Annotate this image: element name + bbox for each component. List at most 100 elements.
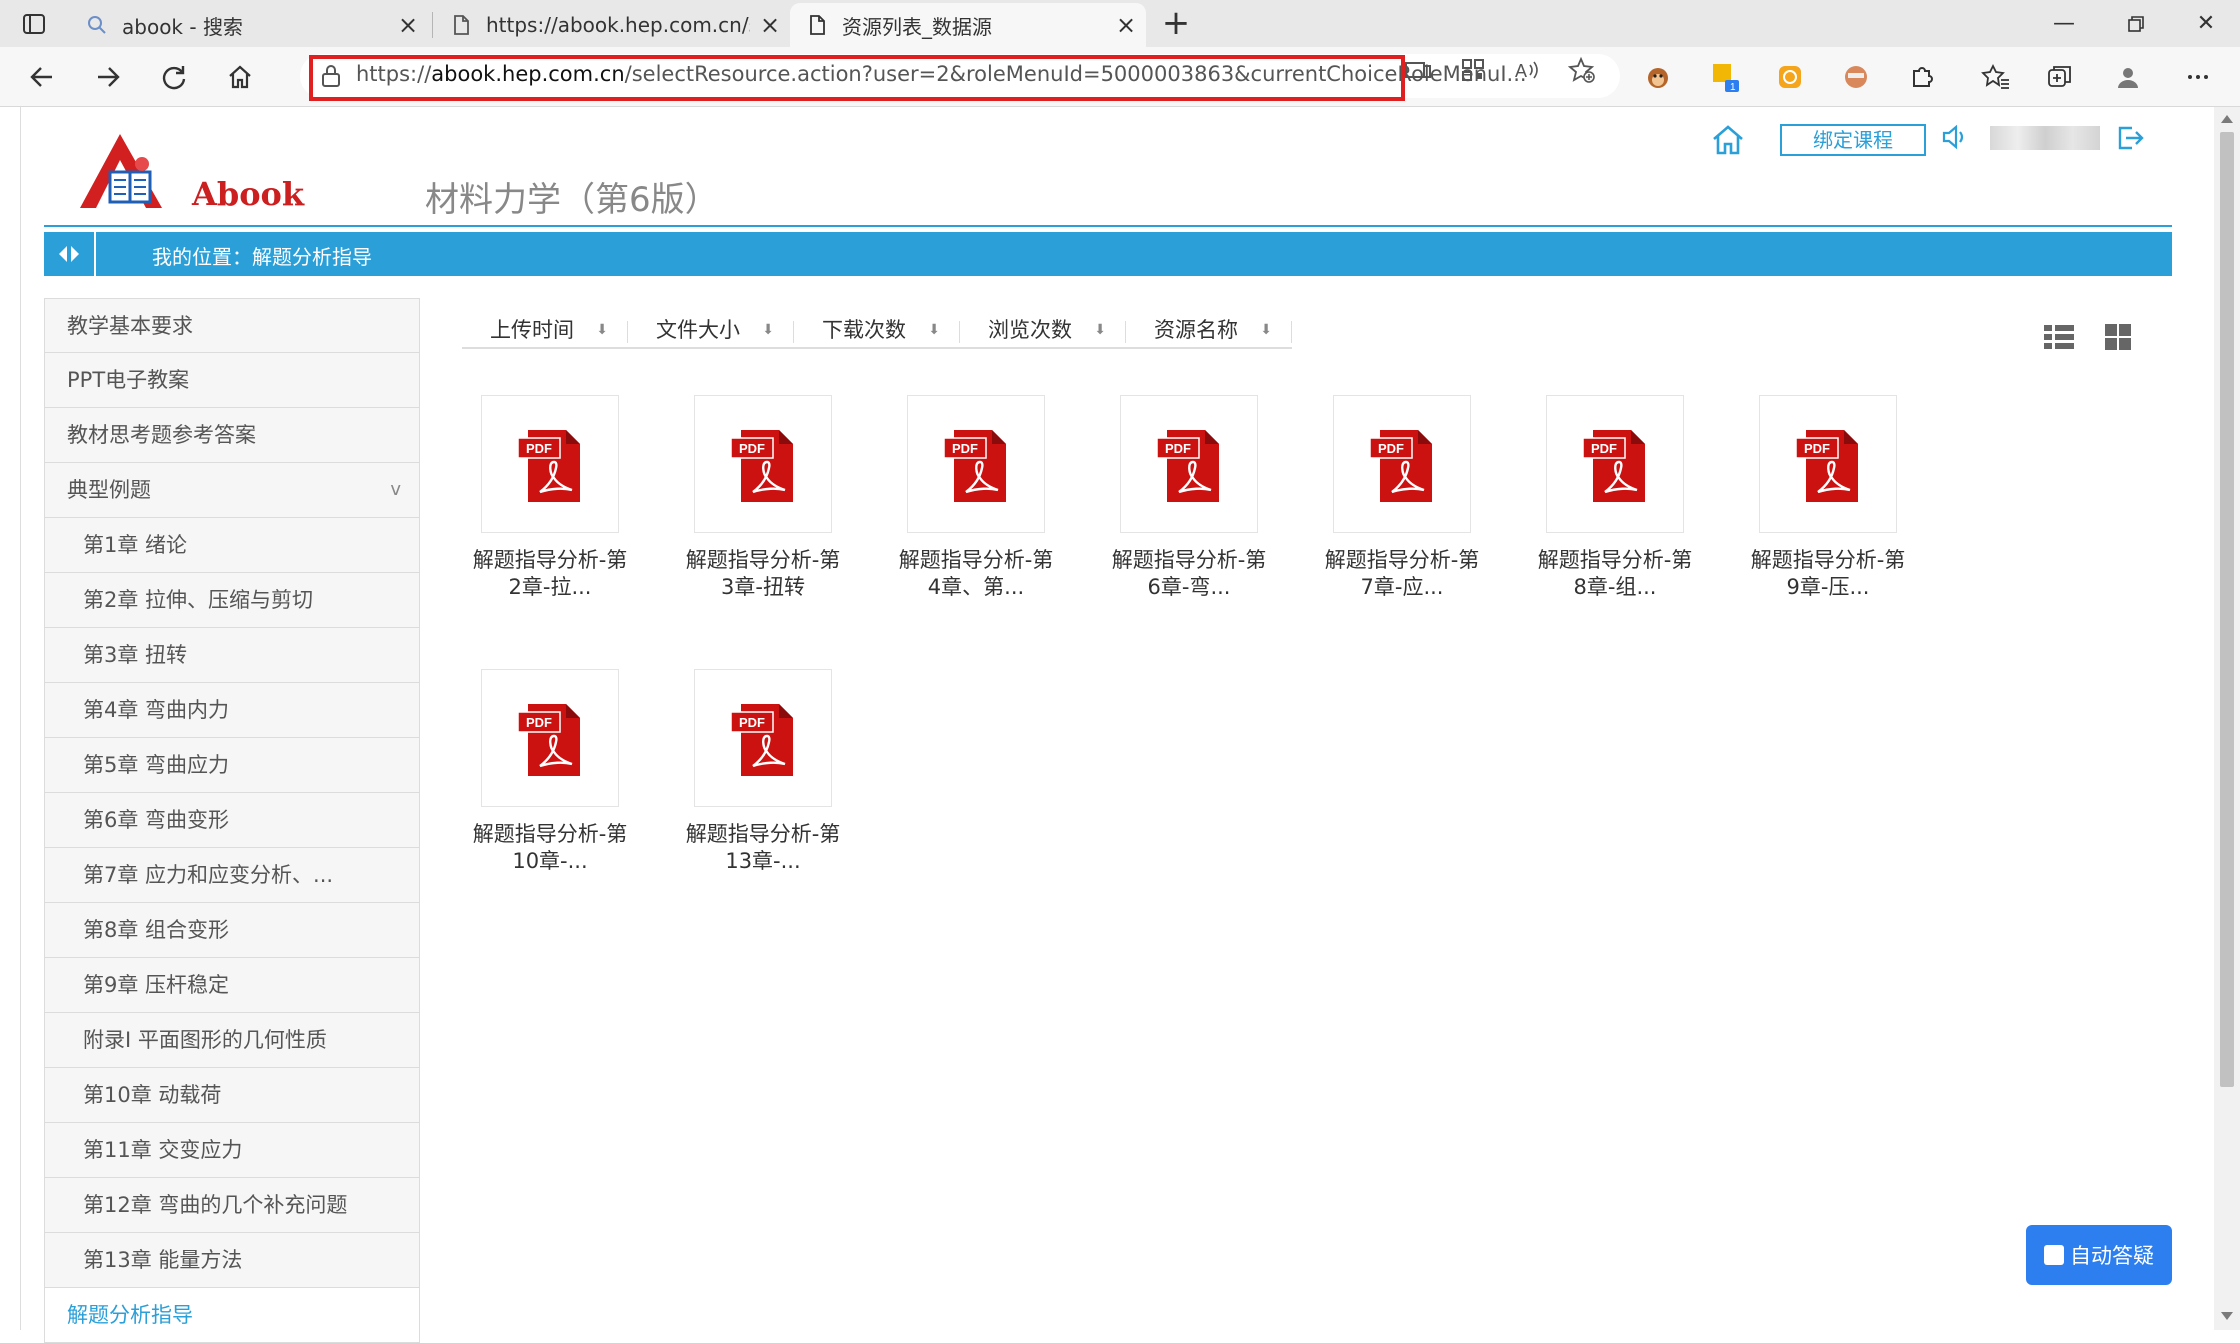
pdf-thumbnail[interactable]: PDF — [481, 669, 619, 807]
resource-title[interactable]: 解题指导分析-第 8章-组... — [1530, 547, 1700, 601]
profile-button[interactable] — [2108, 57, 2148, 97]
sort-by-downloads[interactable]: 下载次数 ⬇ — [794, 313, 960, 347]
resource-item[interactable]: PDF 解题指导分析-第 2章-拉... — [465, 395, 635, 601]
resource-title[interactable]: 解题指导分析-第 9章-压... — [1743, 547, 1913, 601]
sidebar-subitem[interactable]: 附录Ⅰ 平面图形的几何性质 — [44, 1013, 420, 1068]
chevron-down-icon[interactable]: v — [390, 463, 401, 517]
tab-select-resource[interactable]: https://abook.hep.com.cn/selectR × — [434, 3, 790, 47]
collections-button[interactable] — [2040, 57, 2080, 97]
resource-title[interactable]: 解题指导分析-第 6章-弯... — [1104, 547, 1274, 601]
home-icon[interactable] — [1710, 122, 1746, 158]
sidebar-item[interactable]: 教材思考题参考答案 — [44, 408, 420, 463]
sidebar-item-expandable[interactable]: 典型例题 v — [44, 463, 420, 518]
page-scrollbar[interactable] — [2214, 107, 2240, 1330]
back-button[interactable] — [22, 57, 62, 97]
pdf-thumbnail[interactable]: PDF — [694, 669, 832, 807]
resource-title-line: 解题指导分析-第 — [685, 548, 841, 572]
pdf-thumbnail[interactable]: PDF — [694, 395, 832, 533]
resource-item[interactable]: PDF 解题指导分析-第 4章、第... — [891, 395, 1061, 601]
sidebar-toggle-button[interactable] — [44, 232, 96, 276]
sidebar-item-active[interactable]: 解题分析指导 — [44, 1288, 420, 1343]
scroll-up-arrow-icon[interactable] — [2221, 115, 2233, 123]
close-icon[interactable]: × — [388, 11, 428, 39]
new-tab-button[interactable]: + — [1158, 6, 1194, 42]
logout-icon[interactable] — [2114, 122, 2146, 154]
resource-item[interactable]: PDF 解题指导分析-第 7章-应... — [1317, 395, 1487, 601]
extensions-button[interactable] — [1902, 57, 1942, 97]
user-name-blurred[interactable] — [1990, 126, 2100, 150]
extension-face[interactable] — [1836, 57, 1876, 97]
app-available-icon[interactable] — [1403, 55, 1433, 85]
pdf-thumbnail[interactable]: PDF — [907, 395, 1045, 533]
sidebar-subitem[interactable]: 第7章 应力和应变分析、... — [44, 848, 420, 903]
resource-title[interactable]: 解题指导分析-第 7章-应... — [1317, 547, 1487, 601]
pdf-thumbnail[interactable]: PDF — [1333, 395, 1471, 533]
sort-by-file-size[interactable]: 文件大小 ⬇ — [628, 313, 794, 347]
resource-title[interactable]: 解题指导分析-第 4章、第... — [891, 547, 1061, 601]
resource-item[interactable]: PDF 解题指导分析-第 8章-组... — [1530, 395, 1700, 601]
extension-orange[interactable] — [1770, 57, 1810, 97]
home-button[interactable] — [220, 57, 260, 97]
list-view-icon[interactable] — [2042, 322, 2076, 352]
resource-title[interactable]: 解题指导分析-第 2章-拉... — [465, 547, 635, 601]
sidebar-subitem[interactable]: 第8章 组合变形 — [44, 903, 420, 958]
tab-search[interactable]: abook - 搜索 × — [70, 3, 428, 47]
grid-view-icon[interactable] — [2103, 322, 2133, 352]
read-aloud-icon[interactable]: A — [1512, 55, 1542, 85]
restore-button[interactable] — [2102, 0, 2170, 47]
page-icon — [454, 15, 469, 35]
refresh-button[interactable] — [154, 57, 194, 97]
sidebar-subitem[interactable]: 第2章 拉伸、压缩与剪切 — [44, 573, 420, 628]
settings-more-button[interactable] — [2178, 57, 2218, 97]
sidebar-subitem[interactable]: 第5章 弯曲应力 — [44, 738, 420, 793]
minimize-button[interactable]: — — [2030, 0, 2098, 47]
resource-item[interactable]: PDF 解题指导分析-第 6章-弯... — [1104, 395, 1274, 601]
sort-by-name[interactable]: 资源名称 ⬇ — [1126, 313, 1292, 347]
resource-item[interactable]: PDF 解题指导分析-第 10章-... — [465, 669, 635, 875]
resource-item[interactable]: PDF 解题指导分析-第 3章-扭转 — [678, 395, 848, 601]
sidebar-subitem[interactable]: 第10章 动载荷 — [44, 1068, 420, 1123]
sidebar-subitem[interactable]: 第13章 能量方法 — [44, 1233, 420, 1288]
tab-resource-list[interactable]: 资源列表_数据源 × — [790, 3, 1146, 47]
scrollbar-thumb[interactable] — [2220, 132, 2234, 1087]
close-icon[interactable]: × — [1106, 11, 1146, 39]
sidebar-subitem[interactable]: 第4章 弯曲内力 — [44, 683, 420, 738]
sidebar-subitem[interactable]: 第12章 弯曲的几个补充问题 — [44, 1178, 420, 1233]
sidebar-subitem[interactable]: 第9章 压杆稳定 — [44, 958, 420, 1013]
scroll-down-arrow-icon[interactable] — [2221, 1312, 2233, 1320]
window-close-button[interactable]: ✕ — [2172, 0, 2240, 47]
forward-button[interactable] — [88, 57, 128, 97]
pdf-file-icon: PDF — [730, 430, 793, 502]
sidebar-item[interactable]: PPT电子教案 — [44, 353, 420, 408]
resource-title[interactable]: 解题指导分析-第 10章-... — [465, 821, 635, 875]
resource-item[interactable]: PDF 解题指导分析-第 13章-... — [678, 669, 848, 875]
pdf-file-icon: PDF — [943, 430, 1006, 502]
extension-translate[interactable]: 1 — [1706, 57, 1746, 97]
resource-title[interactable]: 解题指导分析-第 13章-... — [678, 821, 848, 875]
pdf-thumbnail[interactable]: PDF — [1546, 395, 1684, 533]
sidebar-subitem[interactable]: 第1章 绪论 — [44, 518, 420, 573]
sort-by-upload-time[interactable]: 上传时间 ⬇ — [462, 313, 628, 347]
sidebar-subitem[interactable]: 第11章 交变应力 — [44, 1123, 420, 1178]
resource-title-line: 3章-扭转 — [721, 575, 805, 599]
auto-answer-button[interactable]: 自动答疑 — [2026, 1225, 2172, 1285]
pdf-thumbnail[interactable]: PDF — [1759, 395, 1897, 533]
add-favorite-icon[interactable] — [1566, 55, 1596, 85]
extension-monkey[interactable] — [1638, 57, 1678, 97]
sidebar-item[interactable]: 教学基本要求 — [44, 298, 420, 353]
resource-item[interactable]: PDF 解题指导分析-第 9章-压... — [1743, 395, 1913, 601]
tab-actions-icon[interactable] — [20, 10, 48, 38]
face-extension-icon — [1845, 66, 1867, 88]
sort-by-views[interactable]: 浏览次数 ⬇ — [960, 313, 1126, 347]
qr-code-icon[interactable] — [1458, 55, 1488, 85]
pdf-thumbnail[interactable]: PDF — [1120, 395, 1258, 533]
favorites-button[interactable] — [1976, 57, 2016, 97]
sidebar-subitem[interactable]: 第3章 扭转 — [44, 628, 420, 683]
pdf-thumbnail[interactable]: PDF — [481, 395, 619, 533]
resource-title[interactable]: 解题指导分析-第 3章-扭转 — [678, 547, 848, 601]
sidebar-subitem[interactable]: 第6章 弯曲变形 — [44, 793, 420, 848]
close-icon[interactable]: × — [750, 11, 790, 39]
speaker-icon[interactable] — [1940, 122, 1970, 152]
url-highlight-box — [309, 55, 1405, 101]
bind-course-button[interactable]: 绑定课程 — [1780, 124, 1926, 156]
